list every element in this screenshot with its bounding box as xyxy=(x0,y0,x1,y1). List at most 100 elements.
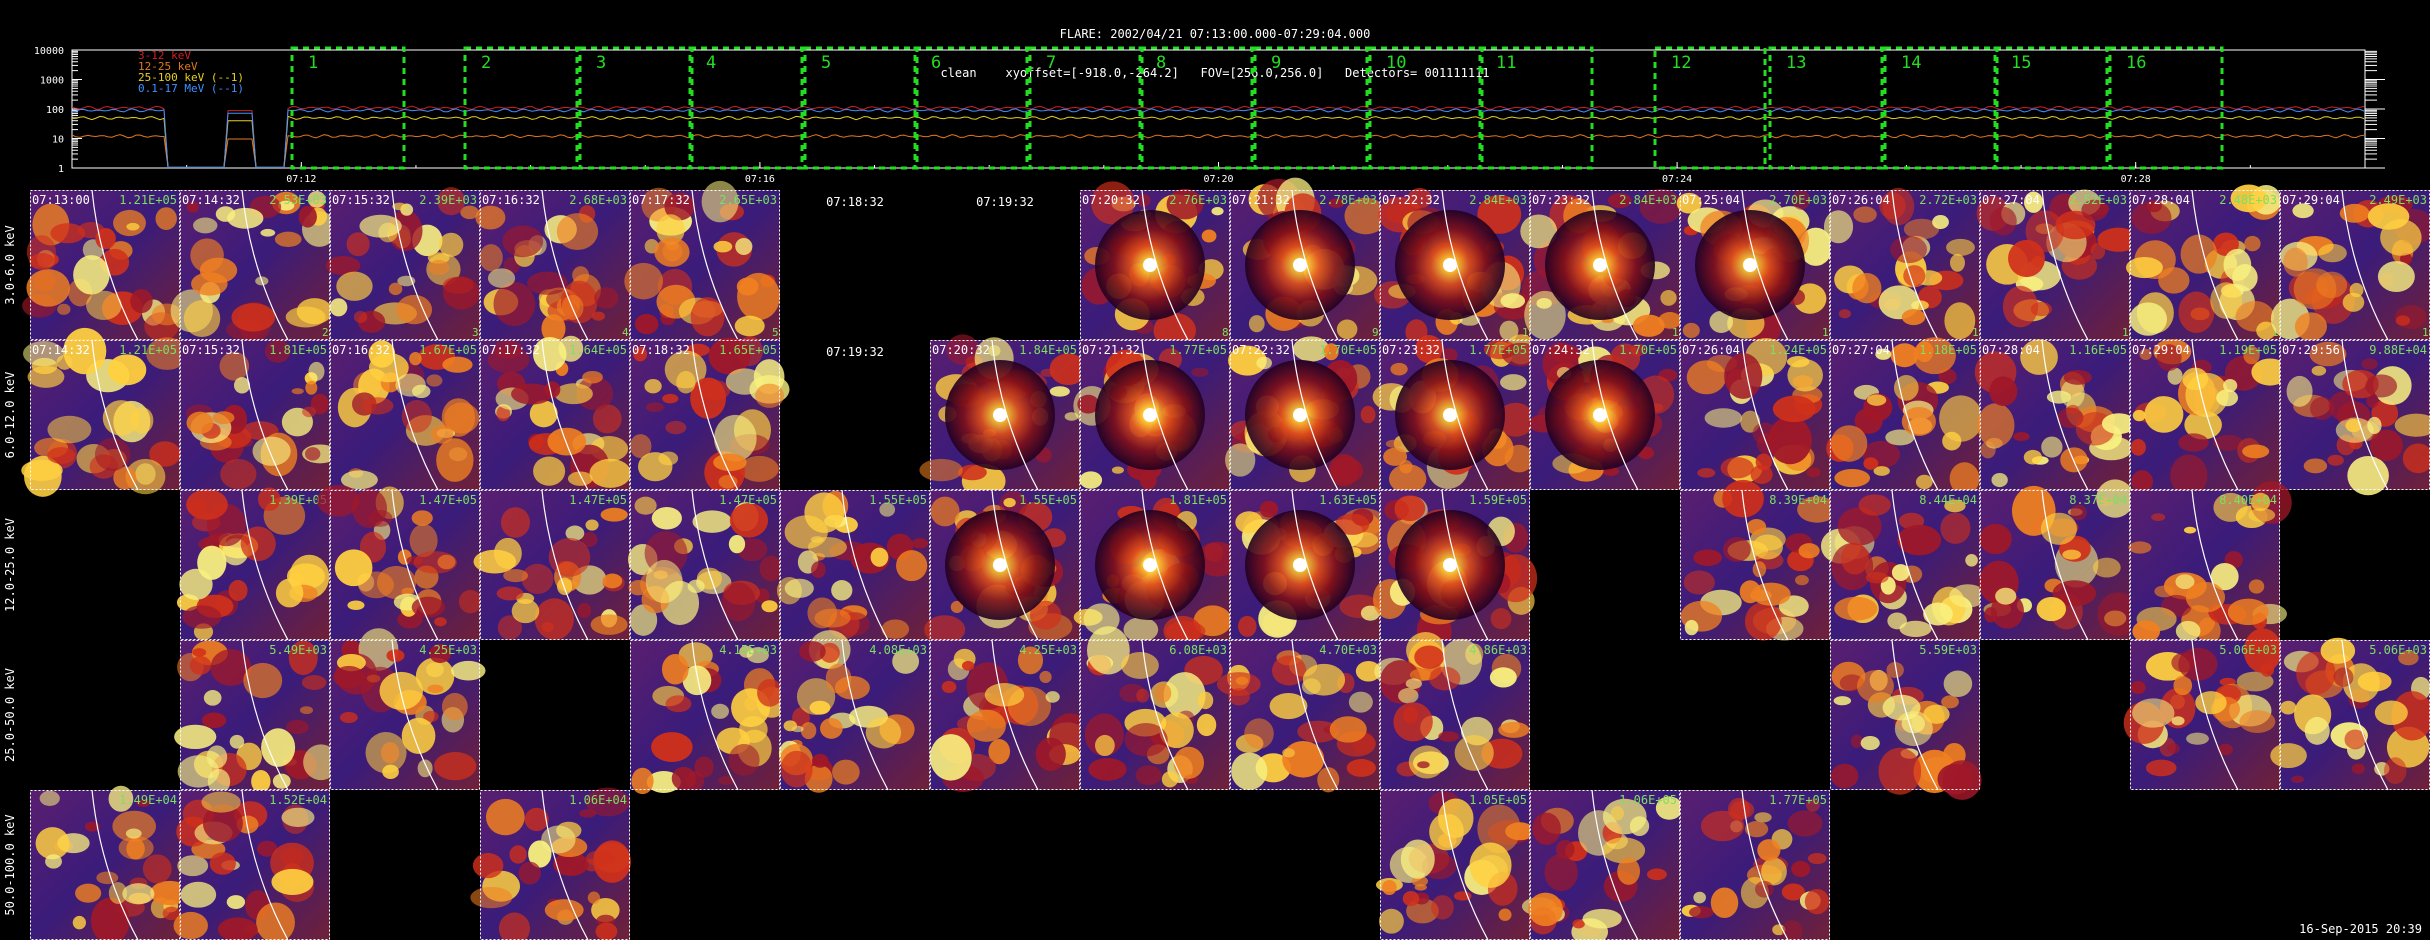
emission-blob xyxy=(665,695,692,713)
emission-blob xyxy=(665,420,687,435)
image-peak-value: 2.53E+03 xyxy=(269,193,327,207)
emission-blob xyxy=(86,290,122,320)
image-peak-value: 8.40E+04 xyxy=(2219,493,2277,507)
image-peak-value: 1.67E+05 xyxy=(419,343,477,357)
emission-blob xyxy=(298,205,317,228)
emission-blob xyxy=(441,692,468,721)
emission-blob xyxy=(1852,272,1882,304)
image-time-label: 07:16:32 xyxy=(482,193,540,207)
emission-blob xyxy=(1454,734,1494,771)
emission-blob xyxy=(651,732,693,763)
emission-blob xyxy=(2145,759,2177,777)
image-cell: 5.59E+03 xyxy=(1830,639,1982,800)
image-interval-number: 8 xyxy=(1222,326,1229,339)
emission-blob xyxy=(333,665,365,689)
emission-blob xyxy=(475,205,506,230)
emission-blob xyxy=(1940,512,1971,544)
image-cell: 4.70E+03 xyxy=(1216,639,1382,793)
emission-blob xyxy=(179,568,213,600)
emission-blob xyxy=(2283,247,2308,277)
emission-blob xyxy=(2311,365,2327,376)
image-peak-value: 1.06E+05 xyxy=(1619,793,1677,807)
image-time-label: 07:24:32 xyxy=(1532,343,1590,357)
image-interval-number: 5 xyxy=(772,326,779,339)
emission-blob xyxy=(2195,691,2227,715)
emission-blob xyxy=(177,855,209,877)
emission-blob xyxy=(713,240,733,253)
emission-blob xyxy=(1489,667,1517,688)
emission-blob xyxy=(820,717,843,739)
emission-blob xyxy=(2290,775,2305,783)
image-cell: 4.86E+03 xyxy=(1374,632,1530,791)
emission-blob xyxy=(1901,309,1926,326)
image-peak-value: 2.72E+03 xyxy=(1919,193,1977,207)
emission-blob xyxy=(1923,704,1950,724)
emission-blob xyxy=(2216,389,2239,407)
image-peak-value: 1.77E+05 xyxy=(1769,793,1827,807)
image-cell: 4.08E+03 xyxy=(778,630,930,793)
emission-blob xyxy=(1682,322,1700,339)
emission-blob xyxy=(1197,691,1214,710)
emission-blob xyxy=(1385,439,1403,448)
emission-blob xyxy=(113,209,146,237)
image-cell: 4.25E+03 xyxy=(929,639,1092,792)
emission-blob xyxy=(811,753,829,768)
emission-blob xyxy=(442,356,473,373)
emission-blob xyxy=(1943,670,1973,697)
emission-blob xyxy=(2167,742,2180,754)
emission-blob xyxy=(671,766,696,790)
emission-blob xyxy=(226,895,246,910)
image-peak-value: 1.06E+04 xyxy=(569,793,627,807)
image-peak-value: 1.70E+05 xyxy=(1319,343,1377,357)
emission-blob xyxy=(485,798,525,836)
emission-blob xyxy=(1003,497,1016,508)
emission-blob xyxy=(1402,890,1420,907)
emission-blob xyxy=(2023,449,2043,465)
image-cell: 07:25:04 2.70E+0312 xyxy=(1676,189,1835,346)
emission-blob xyxy=(1949,253,1965,272)
emission-blob xyxy=(834,675,870,700)
emission-blob xyxy=(799,641,826,662)
emission-blob xyxy=(1944,302,1976,340)
image-peak-value: 4.25E+03 xyxy=(1019,643,1077,657)
image-cell: 8.39E+04 xyxy=(1680,479,1837,641)
emission-blob xyxy=(831,580,853,601)
emission-blob xyxy=(961,660,975,671)
image-interval-number: 16 xyxy=(2422,326,2430,339)
emission-blob xyxy=(735,238,753,255)
emission-blob xyxy=(809,700,831,715)
energy-band-label: 50.0-100.0 keV xyxy=(3,814,17,915)
emission-blob xyxy=(1697,468,1716,478)
emission-blob xyxy=(1887,612,1907,630)
emission-blob xyxy=(2144,396,2184,433)
image-peak-value: 1.47E+05 xyxy=(419,493,477,507)
emission-blob xyxy=(870,547,889,567)
emission-blob xyxy=(2171,716,2185,726)
emission-blob xyxy=(1382,879,1397,896)
emission-blob xyxy=(577,602,592,619)
emission-blob xyxy=(2367,203,2410,230)
emission-blob xyxy=(1860,735,1880,751)
emission-blob xyxy=(1405,678,1423,689)
emission-blob xyxy=(1139,471,1157,490)
image-peak-value: 1.49E+04 xyxy=(119,793,177,807)
image-peak-value: 2.70E+03 xyxy=(1769,193,1827,207)
emission-blob xyxy=(1757,839,1781,862)
image-cell: 5.06E+03 xyxy=(2123,628,2282,791)
emission-blob xyxy=(2242,444,2270,459)
emission-blob xyxy=(804,492,845,533)
image-cell: 07:20:32 1.84E+05 xyxy=(919,334,1087,499)
image-peak-value: 9.88E+04 xyxy=(2369,343,2427,357)
emission-blob xyxy=(594,287,619,309)
emission-blob xyxy=(1532,812,1561,845)
emission-blob xyxy=(487,268,516,288)
image-time-label: 07:17:32 xyxy=(482,343,540,357)
emission-blob xyxy=(2036,596,2067,622)
emission-blob xyxy=(2178,291,2215,333)
emission-blob xyxy=(534,598,574,640)
image-peak-value: 2.78E+03 xyxy=(1319,193,1377,207)
emission-blob xyxy=(1191,367,1209,378)
emission-blob xyxy=(1282,748,1295,758)
image-cell: 8.40E+04 xyxy=(2128,481,2292,645)
emission-blob xyxy=(442,276,480,310)
